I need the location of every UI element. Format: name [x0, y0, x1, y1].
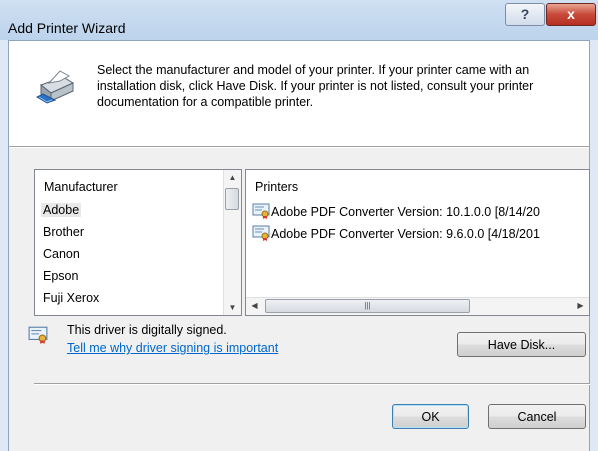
list-item[interactable]: Adobe PDF Converter Version: 10.1.0.0 [8…	[252, 203, 540, 219]
printers-list[interactable]: Printers Adobe PDF Converter Version: 10…	[245, 169, 590, 316]
help-button[interactable]: ?	[505, 3, 545, 26]
title-bar: Add Printer Wizard ? x	[0, 0, 598, 40]
wizard-header: Select the manufacturer and model of you…	[9, 41, 589, 146]
list-item[interactable]: Epson	[43, 269, 78, 283]
have-disk-button[interactable]: Have Disk...	[457, 332, 586, 357]
scroll-thumb[interactable]: |||	[265, 299, 470, 313]
scroll-up-arrow-icon[interactable]: ▲	[224, 173, 241, 182]
list-item[interactable]: Canon	[43, 247, 80, 261]
close-icon: x	[567, 6, 575, 22]
help-icon: ?	[520, 6, 530, 22]
cancel-button[interactable]: Cancel	[488, 404, 586, 429]
list-item[interactable]: Adobe	[41, 203, 82, 217]
header-divider	[9, 146, 589, 148]
list-item[interactable]: Adobe PDF Converter Version: 9.6.0.0 [4/…	[252, 225, 540, 241]
printer-icon	[35, 70, 75, 104]
printers-scrollbar[interactable]: ◀ ||| ▶	[246, 297, 589, 315]
manufacturer-column-header[interactable]: Manufacturer	[44, 180, 118, 194]
list-item[interactable]: Brother	[43, 225, 84, 239]
ok-button[interactable]: OK	[392, 404, 469, 429]
scroll-thumb[interactable]	[225, 188, 239, 210]
scroll-right-arrow-icon[interactable]: ▶	[572, 301, 589, 310]
driver-signed-text: This driver is digitally signed.	[67, 323, 227, 337]
dialog-body: Select the manufacturer and model of you…	[8, 40, 590, 451]
driver-signing-link[interactable]: Tell me why driver signing is important	[67, 341, 278, 355]
window-title: Add Printer Wizard	[8, 20, 126, 36]
list-item[interactable]: Fuji Xerox	[43, 291, 99, 305]
certificate-icon	[252, 203, 270, 219]
printer-model-label: Adobe PDF Converter Version: 9.6.0.0 [4/…	[271, 227, 540, 241]
footer-divider	[34, 383, 590, 385]
manufacturer-scrollbar[interactable]: ▲ ▼	[223, 170, 241, 315]
certificate-icon	[252, 225, 270, 241]
close-button[interactable]: x	[546, 3, 596, 26]
scroll-down-arrow-icon[interactable]: ▼	[224, 303, 241, 312]
instructions-text: Select the manufacturer and model of you…	[97, 63, 534, 109]
scroll-left-arrow-icon[interactable]: ◀	[246, 301, 263, 310]
manufacturer-list[interactable]: Manufacturer Adobe Brother Canon Epson F…	[34, 169, 242, 316]
printer-model-label: Adobe PDF Converter Version: 10.1.0.0 [8…	[271, 205, 540, 219]
certificate-icon	[28, 326, 48, 344]
printers-column-header[interactable]: Printers	[255, 180, 298, 194]
